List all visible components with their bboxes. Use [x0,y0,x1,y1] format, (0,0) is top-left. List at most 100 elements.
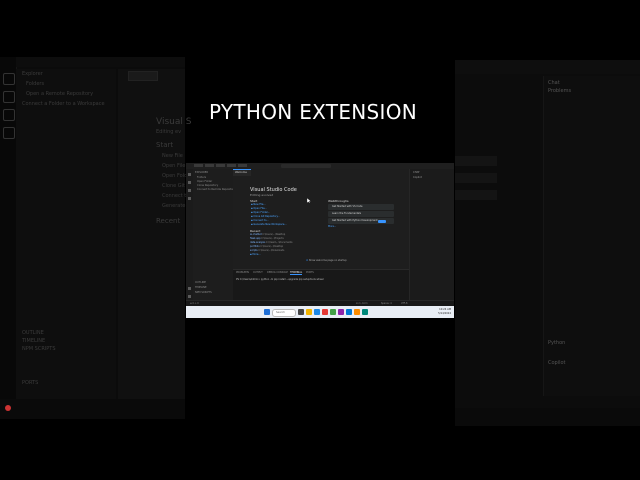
copilot-label: Copilot [413,176,422,179]
tab-output[interactable]: OUTPUT [253,271,263,274]
open-folder-link[interactable]: Open Folder... [251,211,270,214]
recent-item[interactable]: scripts C:\Users\...\Downloads [250,249,284,252]
taskbar-clock[interactable]: 10:24 AM 5/14/2024 [438,308,451,315]
npm-scripts-section[interactable]: NPM SCRIPTS [195,291,212,294]
extensions-icon[interactable] [188,197,191,200]
new-file-link[interactable]: New File... [251,203,265,206]
app-icon[interactable] [354,309,360,315]
bg-text: Folders [26,81,45,87]
walkthrough-label: Get Started with Python Development [332,219,378,222]
bg-text: OUTLINE [22,330,44,336]
recent-more-link[interactable]: More... [250,253,260,256]
app-icon[interactable] [338,309,344,315]
file-explorer-icon[interactable] [306,309,312,315]
menu-item[interactable] [194,164,203,167]
bottom-panel: PROBLEMS OUTPUT DEBUG CONSOLE TERMINAL P… [233,269,409,301]
edge-icon[interactable] [314,309,320,315]
open-file-link[interactable]: Open File... [251,207,266,210]
search-icon[interactable] [188,181,191,184]
background-topbar [455,60,640,74]
background-statusbar [0,399,185,419]
bg-row [455,190,497,200]
walkthrough-more-link[interactable]: More... [328,225,336,228]
bg-text: Open File [162,163,186,169]
walkthrough-label: Get Started with VS Code [332,205,363,208]
cursor-position-status[interactable]: Ln 1, Col 1 [356,302,368,305]
tab-welcome[interactable]: Welcome [233,169,251,176]
sidebar: EXPLORER Folders Open Folder Clone Repos… [193,169,237,300]
bg-text: Start [156,141,174,149]
app-icon[interactable] [362,309,368,315]
bg-text: Recent [156,217,181,225]
menu-item[interactable] [238,164,247,167]
tab-terminal[interactable]: TERMINAL [290,271,303,275]
source-control-icon[interactable] [188,189,191,192]
windows-taskbar: Search 10:24 AM 5/14/2024 [186,306,454,318]
generate-workspace-link[interactable]: Generate New Workspace... [251,223,286,226]
timeline-section[interactable]: TIMELINE [195,286,207,289]
terminal-line[interactable]: PS C:\Users\Admin> python -m pip install… [236,278,324,281]
app-icon[interactable] [322,309,328,315]
menu-item[interactable] [227,164,236,167]
recent-name: ai-chatbot [250,233,262,236]
bg-row [455,156,497,166]
show-welcome-checkbox[interactable]: Show welcome page on startup [306,259,347,262]
taskbar-search[interactable]: Search [272,309,296,317]
recent-item[interactable]: flask-app C:\Users\...\Projects [250,237,284,240]
recent-item[interactable]: ai-chatbot C:\Users\...\Desktop [250,233,285,236]
bg-text: Copilot [548,360,566,366]
clone-repo-link[interactable]: Clone Git Repository... [251,215,279,218]
problems-status[interactable]: ⊗ 0 ⚠ 0 [190,302,199,305]
menu-item[interactable] [205,164,214,167]
sidebar-item[interactable]: Open Folder [197,180,212,183]
explorer-icon[interactable] [188,173,191,176]
recent-name: data-analysis [250,241,266,244]
vscode-taskbar-icon[interactable] [346,309,352,315]
sidebar-header: EXPLORER [195,171,209,174]
bg-row [455,173,497,183]
command-center-search[interactable] [281,164,331,168]
recent-name: portfolio [250,245,260,248]
recent-path: C:\Users\...\Desktop [262,233,286,236]
tab-debug-console[interactable]: DEBUG CONSOLE [267,271,288,274]
walkthrough-item[interactable]: Get Started with Python Development [328,218,394,224]
sidebar-item[interactable]: Folders [197,176,206,179]
recent-path: C:\Users\...\Downloads [258,249,285,252]
bg-text: Explorer [22,71,43,77]
background-menubar [16,57,185,67]
mouse-cursor-icon [307,198,311,203]
app-icon[interactable] [330,309,336,315]
tab-problems[interactable]: PROBLEMS [236,271,249,274]
walkthrough-item[interactable]: Learn the Fundamentals [328,211,394,217]
gear-icon[interactable] [188,295,191,298]
bg-text: Problems [548,88,572,94]
outline-section[interactable]: OUTLINE [195,281,206,284]
encoding-status[interactable]: UTF-8 [401,302,407,305]
vscode-window: EXPLORER Folders Open Folder Clone Repos… [186,163,454,318]
new-badge [378,219,386,223]
recent-item[interactable]: portfolio C:\Users\...\Desktop [250,245,283,248]
connect-link[interactable]: Connect to... [251,219,268,222]
recent-item[interactable]: data-analysis C:\Users\...\Documents [250,241,292,244]
background-tab [128,71,158,81]
walkthrough-label: Learn the Fundamentals [332,212,362,215]
bg-text: New File [162,153,183,159]
bg-text: Python [548,340,566,346]
bg-text: NPM SCRIPTS [22,346,56,352]
recent-path: C:\Users\...\Projects [261,237,284,240]
notification-badge [5,405,11,411]
task-view-icon[interactable] [298,309,304,315]
recent-name: scripts [250,249,258,252]
bg-text: Generate [162,203,186,209]
bg-text: Open a Remote Repository [26,91,94,97]
sidebar-item[interactable]: Clone Repository [197,184,218,187]
start-icon[interactable] [264,309,270,315]
walkthrough-item[interactable]: Get Started with VS Code [328,204,394,210]
account-icon[interactable] [188,287,191,290]
sidebar-item[interactable]: Connect to Remote Repository... [197,188,237,191]
welcome-subtitle: Editing evolved [250,193,274,197]
indentation-status[interactable]: Spaces: 4 [381,302,392,305]
tab-ports[interactable]: PORTS [306,271,314,274]
menu-item[interactable] [216,164,225,167]
background-taskbar [455,408,640,426]
